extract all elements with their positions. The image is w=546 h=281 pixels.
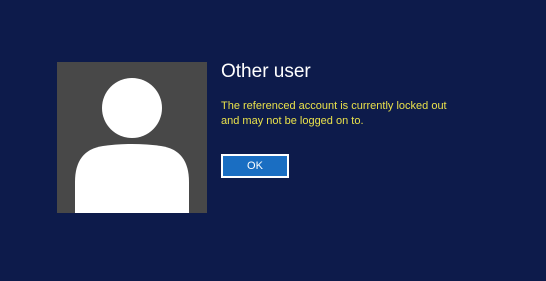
user-avatar-tile — [57, 62, 207, 213]
error-message: The referenced account is currently lock… — [221, 100, 447, 127]
user-silhouette-icon — [75, 78, 189, 213]
username-label: Other user — [221, 61, 311, 82]
lock-screen: Other user The referenced account is cur… — [0, 0, 546, 281]
ok-button[interactable]: OK — [221, 154, 289, 178]
message-panel: Other user The referenced account is cur… — [221, 60, 531, 178]
